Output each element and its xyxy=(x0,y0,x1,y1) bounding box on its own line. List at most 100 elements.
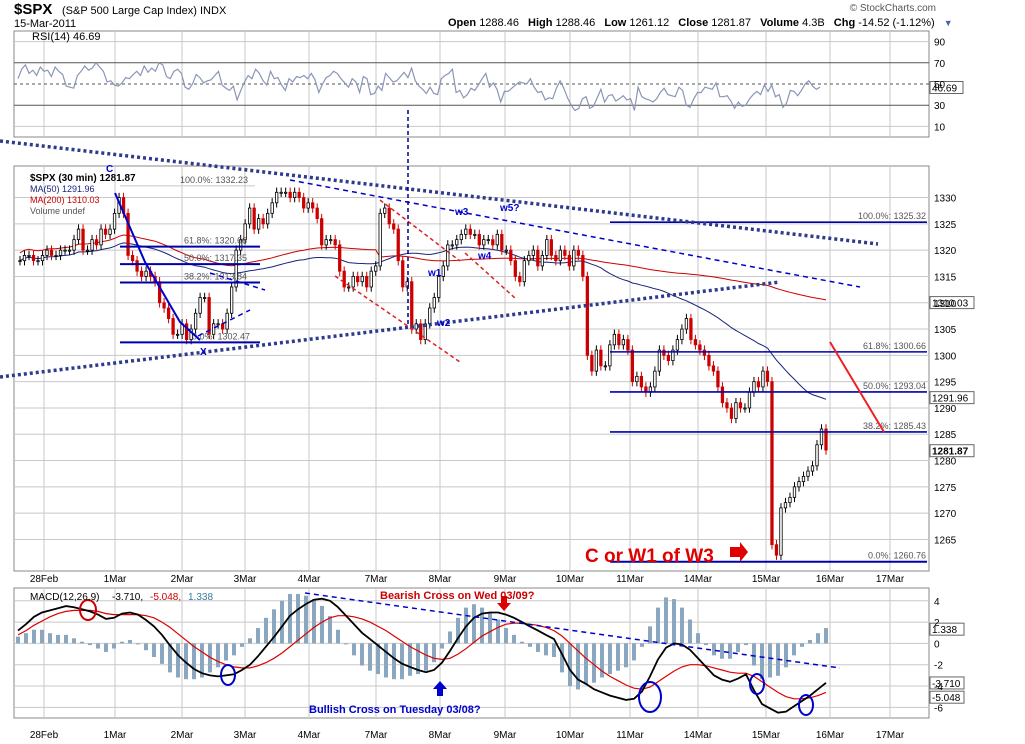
candle-body-166 xyxy=(765,370,770,383)
candle-body-118 xyxy=(549,239,553,256)
candle-body-60 xyxy=(288,191,292,198)
candle-body-175 xyxy=(806,470,810,477)
macd-hist-bar-3 xyxy=(40,629,44,644)
date-label-bottom-16Mar: 16Mar xyxy=(816,730,845,741)
candle-body-122 xyxy=(567,255,571,267)
bearish-cross-text: Bearish Cross on Wed 03/09? xyxy=(380,590,535,602)
candle-body-47 xyxy=(229,286,234,314)
macd-hist-bar-65 xyxy=(536,643,540,652)
macd-hist-bar-57 xyxy=(472,604,476,644)
candle-body-9 xyxy=(58,249,63,256)
candle-body-133 xyxy=(617,333,621,346)
candle-body-68 xyxy=(324,239,328,246)
candle-body-113 xyxy=(527,255,531,262)
price-panel xyxy=(13,165,930,572)
candle-body-96 xyxy=(450,244,454,247)
macd-hist-bar-101 xyxy=(824,628,828,644)
candle-body-82 xyxy=(387,207,391,225)
macd-hist-bar-5 xyxy=(56,634,60,644)
macd-hist-bar-26 xyxy=(224,643,228,661)
macd-hist-bar-49 xyxy=(408,643,412,676)
macd-hist-bar-85 xyxy=(696,633,700,644)
candle-body-93 xyxy=(437,276,441,298)
candle-body-111 xyxy=(518,276,522,283)
candle-body-110 xyxy=(513,260,517,277)
candle-body-152 xyxy=(702,349,707,356)
date-label-bottom-8Mar: 8Mar xyxy=(429,730,452,741)
candle-body-4 xyxy=(36,260,40,263)
candle-body-131 xyxy=(608,344,612,367)
stock-chart: 46.69 100.0%: 1332.2361.8%: 1320.6650.0%… xyxy=(0,30,975,741)
candle-body-35 xyxy=(175,333,180,336)
macd-hist-bar-31 xyxy=(264,617,268,644)
candle-body-117 xyxy=(545,239,549,256)
macd-hist-bar-29 xyxy=(248,638,252,644)
candle-body-128 xyxy=(594,349,598,372)
candle-body-170 xyxy=(783,502,788,509)
candle-body-7 xyxy=(49,249,54,256)
candle-body-116 xyxy=(540,255,544,267)
candle-body-105 xyxy=(491,239,495,246)
candle-body-158 xyxy=(729,407,734,419)
candle-body-120 xyxy=(558,249,562,262)
macd-hist-bar-93 xyxy=(760,643,764,680)
date-label-bottom-17Mar: 17Mar xyxy=(876,730,905,741)
date-label-16Mar: 16Mar xyxy=(816,574,845,585)
date-label-2Mar: 2Mar xyxy=(171,574,194,585)
candle-body-45 xyxy=(220,323,225,330)
price-tick-1305: 1305 xyxy=(934,325,957,336)
macd-hist-bar-17 xyxy=(152,643,156,658)
candle-body-61 xyxy=(293,191,297,198)
macd-hist-bar-82 xyxy=(672,599,676,644)
macd-legend-signal: -5.048, xyxy=(150,592,181,603)
macd-tick--6: -6 xyxy=(934,703,943,714)
candle-body-91 xyxy=(428,307,432,325)
date-label-bottom-10Mar: 10Mar xyxy=(556,730,585,741)
date-label-3Mar: 3Mar xyxy=(234,574,257,585)
candle-body-27 xyxy=(139,270,144,277)
candle-body-148 xyxy=(684,318,689,330)
macd-hist-bar-1 xyxy=(24,633,28,644)
macd-hist-bar-91 xyxy=(744,643,748,646)
candle-body-97 xyxy=(455,239,459,246)
macd-hist-bar-66 xyxy=(544,643,548,656)
macd-hist-bar-38 xyxy=(320,605,324,644)
candle-body-153 xyxy=(707,354,711,367)
candle-body-70 xyxy=(333,239,337,246)
candle-body-126 xyxy=(585,276,589,356)
price-tick-1285: 1285 xyxy=(934,430,957,441)
candle-body-114 xyxy=(531,249,535,256)
macd-hist-bar-30 xyxy=(256,628,260,644)
wave-label-w2: w2 xyxy=(436,318,451,329)
candle-body-17 xyxy=(94,239,99,246)
candle-body-28 xyxy=(144,270,148,277)
candle-body-169 xyxy=(779,507,783,556)
candle-body-165 xyxy=(761,370,765,388)
macd-hist-bar-54 xyxy=(448,631,452,644)
candle-body-58 xyxy=(279,191,283,194)
macd-hist-bar-43 xyxy=(360,643,364,666)
macd-hist-bar-9 xyxy=(88,643,92,646)
macd-hist-bar-76 xyxy=(624,643,628,668)
macd-hist-bar-77 xyxy=(632,643,636,661)
candle-body-119 xyxy=(554,255,558,262)
price-legend-title: $SPX (30 min) 1281.87 xyxy=(30,173,136,184)
wave-label-w4: w4 xyxy=(477,251,492,262)
candle-body-115 xyxy=(536,249,540,267)
candle-body-130 xyxy=(603,365,608,368)
candle-body-75 xyxy=(356,276,360,283)
wave-label-w3: w3 xyxy=(454,207,469,218)
macd-hist-bar-44 xyxy=(368,643,372,671)
macd-hist-bar-99 xyxy=(808,640,812,644)
candle-body-149 xyxy=(689,318,693,340)
macd-tick--2: -2 xyxy=(934,661,943,672)
date-label-9Mar: 9Mar xyxy=(494,574,517,585)
candle-body-59 xyxy=(284,191,288,194)
candle-body-74 xyxy=(351,276,355,288)
macd-legend-hist: 1.338 xyxy=(188,592,213,603)
date-label-bottom-4Mar: 4Mar xyxy=(298,730,321,741)
rsi-tick-30: 30 xyxy=(934,101,946,112)
candle-body-159 xyxy=(734,402,738,419)
bullish-cross-text: Bullish Cross on Tuesday 03/08? xyxy=(309,704,481,716)
candle-body-107 xyxy=(500,233,504,251)
